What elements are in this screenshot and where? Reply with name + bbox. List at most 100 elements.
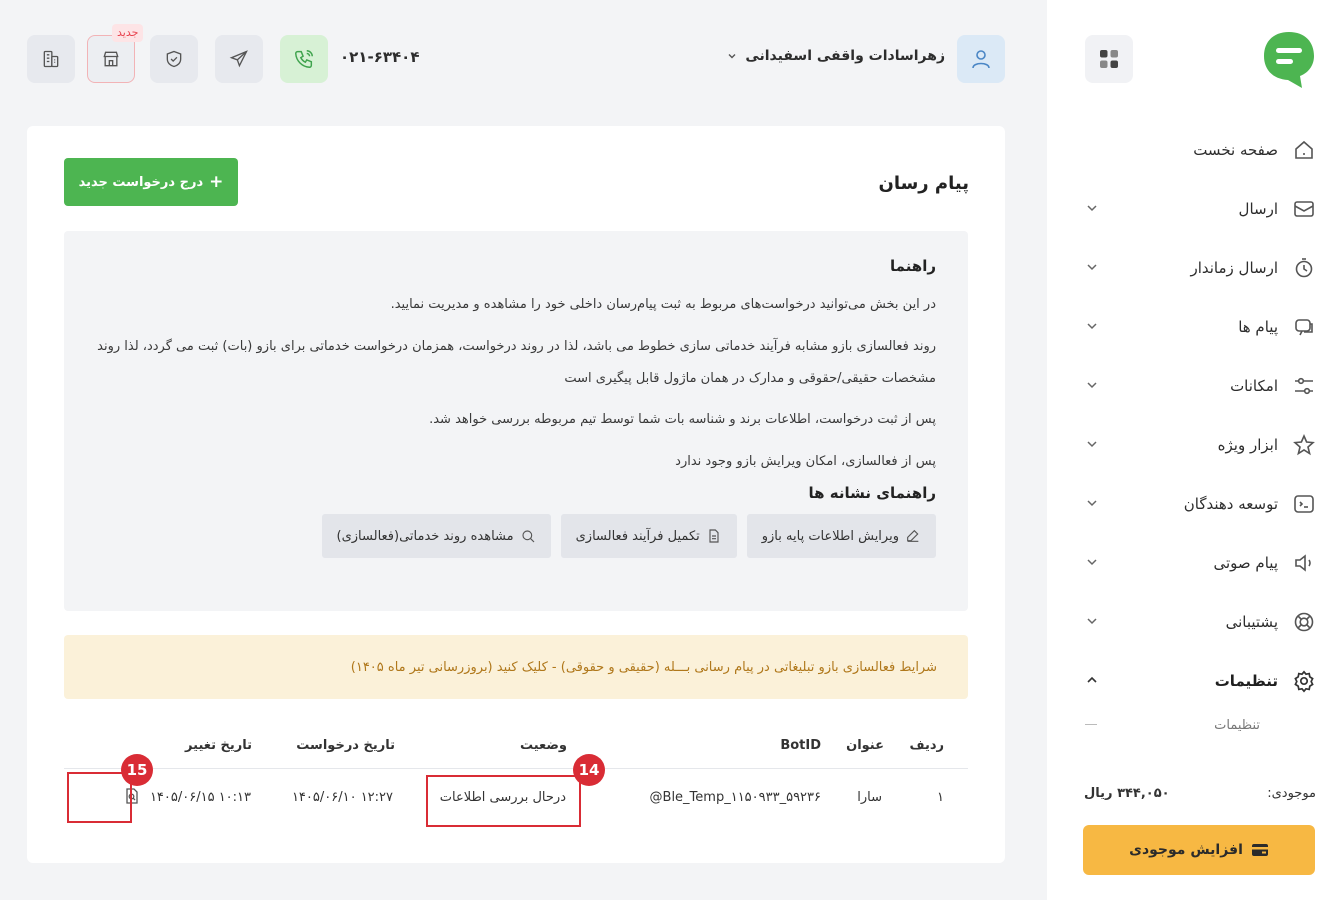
legend-label: ویرایش اطلاعات پایه بازو: [761, 528, 899, 544]
sidebar-item-label: ارسال زماندار: [1190, 258, 1278, 277]
guide-title: راهنما: [890, 257, 936, 275]
marker-14-badge: 14: [573, 754, 605, 786]
brand-logo-icon[interactable]: [1260, 28, 1318, 90]
sidebar-item-support[interactable]: پشتیبانی: [1047, 592, 1340, 651]
sidebar-item-messages[interactable]: پیام ها: [1047, 297, 1340, 356]
cell-title: سارا: [857, 789, 882, 805]
security-button[interactable]: [150, 35, 198, 83]
shield-check-icon: [166, 50, 182, 68]
chevron-down-icon: [1087, 441, 1097, 448]
sidebar-item-scheduled[interactable]: ارسال زماندار: [1047, 238, 1340, 297]
legend-label: تکمیل فرآیند فعالسازی: [575, 528, 700, 544]
apps-grid-button[interactable]: [1085, 35, 1133, 83]
sliders-icon: [1295, 377, 1313, 394]
divider: [1085, 724, 1097, 725]
notice-text: شرایط فعالسازی بازو تبلیغاتی در پیام رسا…: [350, 659, 937, 675]
chevron-down-icon: [1087, 323, 1097, 330]
building-icon: [43, 50, 59, 68]
col-row: ردیف: [909, 738, 944, 753]
organization-button[interactable]: [27, 35, 75, 83]
page-title: پیام رسان: [878, 173, 969, 194]
sidebar-item-label: ارسال: [1238, 199, 1278, 218]
legend-edit: ویرایش اطلاعات پایه بازو: [746, 514, 936, 558]
topup-label: افزایش موجودی: [1129, 842, 1243, 858]
call-button[interactable]: [280, 35, 328, 83]
sidebar-nav: صفحه نخست ارسال ارسال زماندار پیام ها ام…: [1047, 120, 1340, 740]
sidebar-item-features[interactable]: امکانات: [1047, 356, 1340, 415]
phone-icon: [295, 50, 313, 68]
col-change-date: تاریخ تغییر: [185, 738, 252, 753]
star-icon: [1293, 433, 1315, 455]
guide-paragraph: پس از ثبت درخواست، اطلاعات برند و شناسه …: [429, 412, 936, 427]
telegram-button[interactable]: [215, 35, 263, 83]
balance-row: موجودی: ۳۴۴,۰۵۰ ریال: [1084, 786, 1316, 801]
cell-request-date: ۱۴۰۵/۰۶/۱۰ ۱۲:۲۷: [291, 789, 393, 805]
messages-icon: [1295, 318, 1313, 335]
sidebar-item-label: امکانات: [1230, 376, 1278, 395]
new-badge: جدید: [112, 24, 144, 42]
user-menu[interactable]: زهراسادات واقفی اسفیدانی: [727, 48, 945, 64]
balance-value: ۳۴۴,۰۵۰ ریال: [1084, 786, 1170, 801]
chevron-down-icon: [728, 54, 736, 59]
new-request-label: درج درخواست جدید: [78, 174, 204, 190]
sidebar-item-label: ابزار ویژه: [1217, 435, 1278, 454]
sidebar-item-label: پیام ها: [1238, 317, 1278, 336]
guide-paragraph: روند فعالسازی بازو مشابه فرآیند خدماتی س…: [97, 339, 936, 386]
col-botid: BotID: [780, 738, 821, 753]
sidebar-item-label: صفحه نخست: [1193, 140, 1278, 159]
balance-label: موجودی:: [1267, 786, 1316, 801]
sidebar-item-developers[interactable]: توسعه دهندگان: [1047, 474, 1340, 533]
sidebar-item-send[interactable]: ارسال: [1047, 179, 1340, 238]
search-icon: [522, 530, 535, 543]
chevron-down-icon: [1087, 618, 1097, 625]
activation-notice-link[interactable]: شرایط فعالسازی بازو تبلیغاتی در پیام رسا…: [64, 635, 968, 699]
chevron-down-icon: [1087, 559, 1097, 566]
user-avatar-button[interactable]: [957, 35, 1005, 83]
user-icon: [972, 50, 990, 69]
chevron-down-icon: [1087, 382, 1097, 389]
sidebar-item-label: پیام صوتی: [1213, 553, 1279, 572]
sidebar-item-label: پشتیبانی: [1225, 612, 1278, 631]
chevron-down-icon: [1087, 205, 1097, 212]
col-title: عنوان: [846, 738, 884, 753]
edit-icon: [907, 529, 919, 542]
new-request-button[interactable]: + درج درخواست جدید: [64, 158, 238, 206]
support-phone: ۰۲۱-۶۳۴۰۴: [340, 48, 420, 66]
home-icon: [1295, 140, 1313, 159]
sidebar-item-voice[interactable]: پیام صوتی: [1047, 533, 1340, 592]
table-header: ردیف عنوان BotID وضعیت تاریخ درخواست تار…: [64, 723, 968, 769]
sidebar-item-label: تنظیمات: [1214, 671, 1278, 690]
legend-title: راهنمای نشانه ها: [808, 484, 936, 502]
sidebar-item-settings[interactable]: تنظیمات: [1047, 651, 1340, 710]
lifebuoy-icon: [1294, 612, 1314, 631]
topup-balance-button[interactable]: افزایش موجودی: [1083, 825, 1315, 875]
chevron-down-icon: [1087, 500, 1097, 507]
legend-list: ویرایش اطلاعات پایه بازو تکمیل فرآیند فع…: [96, 514, 936, 558]
legend-complete: تکمیل فرآیند فعالسازی: [560, 514, 737, 558]
sidebar-subitem-label: تنظیمات: [1214, 717, 1260, 733]
sidebar-subitem-settings[interactable]: تنظیمات: [1047, 710, 1340, 740]
guide-paragraph: پس از فعالسازی، امکان ویرایش بازو وجود ن…: [675, 454, 936, 469]
apps-grid-icon: [1100, 50, 1118, 68]
code-icon: [1294, 494, 1314, 513]
speaker-icon: [1295, 553, 1311, 572]
plus-icon: +: [209, 172, 224, 192]
sidebar-item-home[interactable]: صفحه نخست: [1047, 120, 1340, 179]
cell-botid: @Ble_Temp_۱۱۵۰۹۳۳_۵۹۲۳۶: [649, 789, 821, 805]
action-highlight-box: [67, 772, 132, 823]
col-request-date: تاریخ درخواست: [296, 738, 395, 753]
store-icon: [103, 51, 119, 67]
sidebar: صفحه نخست ارسال ارسال زماندار پیام ها ام…: [1047, 0, 1340, 900]
send-inbox-icon: [1294, 200, 1314, 217]
col-status: وضعیت: [519, 738, 567, 753]
cell-row: ۱: [937, 789, 944, 805]
sidebar-item-label: توسعه دهندگان: [1183, 494, 1278, 513]
chevron-down-icon: [1087, 264, 1097, 271]
chevron-up-icon: [1087, 676, 1097, 683]
cell-change-date: ۱۴۰۵/۰۶/۱۵ ۱۰:۱۳: [149, 789, 251, 805]
guide-paragraph: در این بخش می‌توانید درخواست‌های مربوط ب…: [390, 297, 936, 312]
sidebar-item-special-tools[interactable]: ابزار ویژه: [1047, 415, 1340, 474]
gear-icon: [1294, 669, 1314, 693]
store-button[interactable]: [87, 35, 135, 83]
legend-label: مشاهده روند خدماتی(فعالسازی): [336, 528, 514, 544]
